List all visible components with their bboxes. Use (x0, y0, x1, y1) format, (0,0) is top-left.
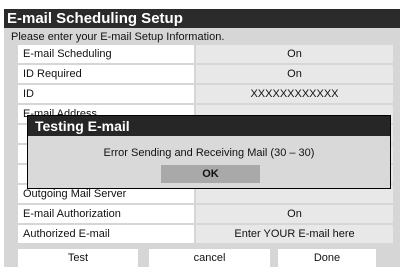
row-value[interactable]: On (196, 45, 393, 63)
button-row: Test cancel Done (18, 249, 393, 267)
row-label: ID Required (18, 65, 194, 83)
row-id-required[interactable]: ID Required On (18, 65, 393, 83)
cancel-button[interactable]: cancel (149, 249, 270, 267)
row-id[interactable]: ID XXXXXXXXXXXX (18, 85, 393, 103)
dialog-title: Testing E-mail (28, 116, 390, 136)
row-value[interactable]: XXXXXXXXXXXX (196, 85, 393, 103)
test-button[interactable]: Test (18, 249, 138, 267)
row-label: ID (18, 85, 194, 103)
dialog-message: Error Sending and Receiving Mail (30 – 3… (103, 147, 315, 159)
row-authorized-email[interactable]: Authorized E-mail Enter YOUR E-mail here (18, 225, 393, 243)
row-label: E-mail Scheduling (18, 45, 194, 63)
row-label: E-mail Authorization (18, 205, 194, 223)
row-label: Authorized E-mail (18, 225, 194, 243)
row-email-authorization[interactable]: E-mail Authorization On (18, 205, 393, 223)
window-title: E-mail Scheduling Setup (4, 9, 400, 28)
row-value[interactable]: Enter YOUR E-mail here (196, 225, 393, 243)
instruction-text: Please enter your E-mail Setup Informati… (11, 31, 225, 43)
ok-button[interactable]: OK (161, 165, 260, 183)
row-email-scheduling[interactable]: E-mail Scheduling On (18, 45, 393, 63)
testing-email-dialog: Testing E-mail Error Sending and Receivi… (27, 115, 391, 189)
row-value[interactable]: On (196, 205, 393, 223)
done-button[interactable]: Done (278, 249, 376, 267)
row-value[interactable]: On (196, 65, 393, 83)
